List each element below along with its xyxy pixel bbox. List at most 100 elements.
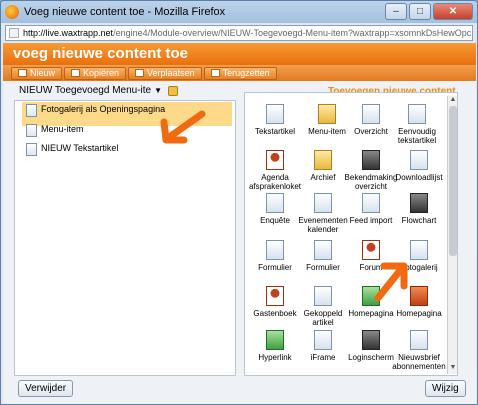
document-icon [26,104,37,117]
tile-hyperlink[interactable]: Hyperlink [248,330,302,362]
tile-label: Hyperlink [258,353,292,362]
new-icon [18,69,27,77]
tile-eenvoudig-tekstartikel[interactable]: Eenvoudig tekstartikel [390,104,444,145]
menu-item-select[interactable]: NIEUW Toegevoegd Menu-ite ▼ [19,85,179,96]
form-icon [266,240,284,260]
tile-label: Archief [310,173,336,182]
tile-formulier-2[interactable]: Formulier [296,240,350,272]
list-icon [362,104,380,124]
new-button[interactable]: Nieuw [11,66,63,80]
move-icon [135,69,145,77]
guestbook-icon [266,286,284,306]
restore-button-label: Terugzetten [222,68,270,78]
tile-label: Homepagina [348,309,394,318]
archive-icon [314,150,332,170]
page-icon [9,28,19,38]
tile-formulier[interactable]: Formulier [248,240,302,272]
tile-evenementen[interactable]: Evenementen kalender [296,193,350,234]
page-header: voeg nieuwe content toe [3,43,476,65]
tile-label: Bekendmaking overzicht [344,173,398,191]
tile-gekoppeld-artikel[interactable]: Gekoppeld artikel [296,286,350,327]
restore-icon [210,69,220,77]
lock-icon[interactable] [168,85,179,96]
tile-bekendmaking[interactable]: Bekendmaking overzicht [344,150,398,191]
firefox-icon [5,5,19,19]
tile-label: Downloadlijst [395,173,443,182]
annotation-arrow [160,110,206,144]
window-title: Voeg nieuwe content toe - Mozilla Firefo… [24,6,226,18]
list-item-label: Fotogalerij als Openingspagina [41,104,166,114]
list-item-label: Menu-item [41,124,84,134]
edit-button[interactable]: Wijzig [425,380,466,397]
tile-label: Agenda afsprakenloket [248,173,302,191]
linked-document-icon [314,286,332,306]
tile-label: iFrame [310,353,336,362]
photo-icon [410,240,428,260]
annotation-arrow [374,262,408,302]
tile-loginscherm[interactable]: Loginscherm [344,330,398,362]
tile-label: Menu-item [308,127,346,136]
url-path: /engine4/Module-overview/NIEUW-Toegevoeg… [113,28,472,38]
feed-icon [362,193,380,213]
window-controls: – □ ✕ [385,3,473,20]
form-icon [314,240,332,260]
tile-nieuwsbrief[interactable]: Nieuwsbrief abonnementen [392,330,446,371]
delete-button[interactable]: Verwijder [18,380,74,397]
scroll-up-icon[interactable]: ▲ [448,96,458,106]
list-item-label: NIEUW Tekstartikel [41,143,119,153]
tile-label: Nieuwsbrief abonnementen [392,353,446,371]
maximize-button[interactable]: □ [409,3,431,20]
minimize-button[interactable]: – [385,3,407,20]
scrollbar[interactable]: ▲ ▼ [447,96,457,374]
iframe-icon [314,330,332,350]
close-button[interactable]: ✕ [433,3,473,20]
document-icon [408,104,426,124]
tile-gastenboek[interactable]: Gastenboek [248,286,302,318]
tile-label: Gekoppeld artikel [303,309,343,327]
link-icon [266,330,284,350]
survey-icon [266,193,284,213]
tile-label: Formulier [258,263,292,272]
menu-item-select-value: NIEUW Toegevoegd Menu-ite [19,85,152,96]
new-button-label: Nieuw [30,68,56,78]
tile-label: Loginscherm [348,353,394,362]
emblem-icon [362,150,380,170]
document-icon [26,124,37,137]
tile-iframe[interactable]: iFrame [296,330,350,362]
tile-label: Tekstartikel [254,127,295,136]
tile-downloadlijst[interactable]: Downloadlijst [392,150,446,182]
download-icon [410,150,428,170]
tile-feed-import[interactable]: Feed import [344,193,398,225]
tile-label: Evenementen kalender [298,216,348,234]
url-host: http://live.waxtrapp.net [23,28,114,38]
scroll-thumb[interactable] [449,106,457,256]
restore-button[interactable]: Terugzetten [203,66,277,80]
tile-archief[interactable]: Archief [296,150,350,182]
tile-label: Overzicht [354,127,388,136]
calendar-icon [314,193,332,213]
copy-button-label: Kopiëren [83,68,120,78]
home-icon [410,286,428,306]
tile-tekstartikel[interactable]: Tekstartikel [248,104,302,136]
tile-enquete[interactable]: Enquête [248,193,302,225]
tile-label: Enquête [260,216,290,225]
person-icon [266,150,284,170]
folder-icon [318,104,336,124]
tile-label: Formulier [306,263,340,272]
chevron-down-icon: ▼ [154,86,163,95]
forum-icon [362,240,380,260]
scroll-down-icon[interactable]: ▼ [448,364,458,374]
tile-label: Feed import [349,216,393,225]
title-bar: Voeg nieuwe content toe - Mozilla Firefo… [1,1,477,23]
move-button[interactable]: Verplaatsen [128,66,202,80]
tile-agenda[interactable]: Agenda afsprakenloket [248,150,302,191]
newsletter-icon [410,330,428,350]
tile-label: Eenvoudig tekstartikel [397,127,437,145]
tile-flowchart[interactable]: Flowchart [392,193,446,225]
flowchart-icon [410,193,428,213]
address-bar[interactable]: http://live.waxtrapp.net /engine4/Module… [5,25,473,41]
move-button-label: Verplaatsen [147,68,195,78]
login-icon [362,330,380,350]
tile-label: Homepagina [396,309,442,318]
copy-button[interactable]: Kopiëren [64,66,127,80]
